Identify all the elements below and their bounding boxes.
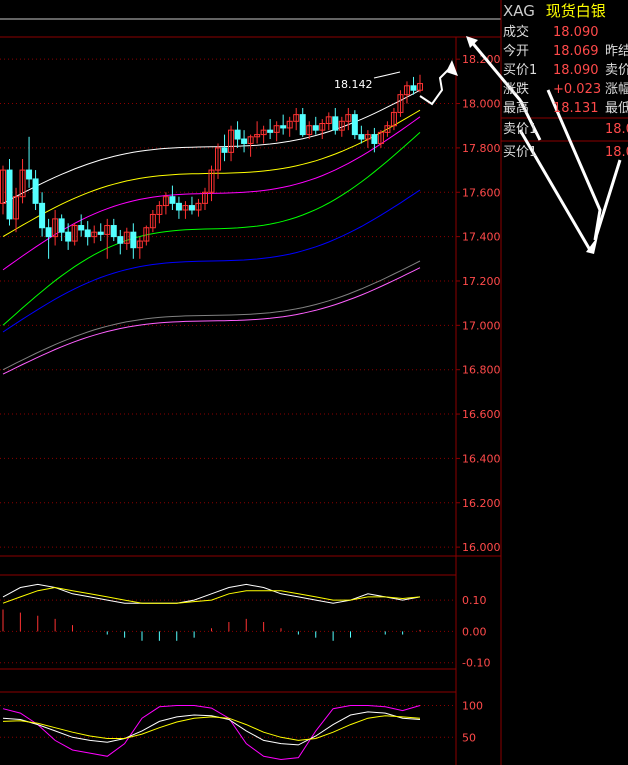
candle-body [221, 147, 228, 153]
macd-tick-label: 0.00 [462, 625, 487, 638]
quote-label: 今开 [503, 44, 530, 59]
price-tick-label: 16.800 [462, 364, 501, 377]
quote-value: 18.090 [553, 63, 599, 78]
high-annotation-line [373, 71, 401, 79]
book-value: 18.0 [605, 145, 628, 160]
kdj-tick-label: 50 [462, 731, 476, 744]
price-tick-label: 16.600 [462, 408, 501, 421]
candle-body [410, 85, 417, 91]
book-row-bid: 买价1 18.0 [503, 144, 628, 162]
candle-body [267, 129, 274, 133]
price-tick-label: 16.000 [462, 541, 501, 554]
candle-body [358, 134, 365, 140]
price-tick-label: 16.200 [462, 497, 501, 510]
symbol-code: XAG [503, 2, 535, 20]
candle-body [188, 205, 195, 211]
candle-body [110, 225, 117, 238]
ma-line-ma120 [2, 260, 421, 371]
price-tick-label: 17.000 [462, 319, 501, 332]
candle-body [371, 134, 378, 144]
macd-dea-line [2, 586, 421, 604]
quote-label-2: 卖价 [605, 63, 628, 78]
candle-body [84, 229, 91, 238]
candle-body [26, 169, 33, 180]
candle-body [351, 114, 358, 136]
candle-body [58, 218, 65, 233]
candle-body [97, 231, 104, 235]
book-label: 买价1 [503, 145, 538, 160]
candle-body [312, 125, 319, 131]
price-tick-label: 17.200 [462, 275, 501, 288]
high-annotation-label: 18.142 [334, 78, 373, 91]
quote-row-last: 成交 18.090 [503, 24, 605, 42]
macd-tick-label: 0.10 [462, 594, 487, 607]
kdj-d-line [2, 715, 421, 741]
book-value: 18.0 [605, 122, 628, 137]
quote-label-2: 最低 [605, 101, 628, 116]
candle-body [78, 225, 85, 231]
price-tick-label: 17.800 [462, 142, 501, 155]
candle-body [241, 138, 248, 144]
price-tick-label: 17.600 [462, 186, 501, 199]
quote-label: 成交 [503, 25, 530, 40]
quote-value: 18.131 [553, 101, 599, 116]
candle-body [299, 114, 306, 136]
candle-body [117, 236, 124, 244]
quote-label: 买价1 [503, 63, 538, 78]
ma-line-ma60 [2, 189, 421, 333]
symbol-name: 现货白银 [545, 2, 606, 20]
candle-body [234, 129, 241, 140]
price-tick-label: 17.400 [462, 231, 501, 244]
kdj-tick-label: 100 [462, 700, 483, 713]
candle-body [175, 202, 182, 211]
book-label: 卖价1 [503, 122, 538, 137]
candle-body [169, 196, 176, 204]
quote-label-2: 昨结 [605, 44, 628, 59]
quote-row-change: 涨跌 +0.023 涨幅 [503, 81, 628, 99]
quote-value: 18.069 [553, 44, 599, 59]
candle-body [130, 231, 137, 249]
price-tick-label: 16.400 [462, 452, 501, 465]
quote-row-open: 今开 18.069 昨结 [503, 43, 628, 61]
quote-label: 涨跌 [503, 82, 530, 97]
book-row-ask: 卖价1 18.0 [503, 121, 628, 139]
quote-label: 最高 [503, 101, 530, 116]
candle-body [32, 178, 39, 204]
quote-row-bid: 买价1 18.090 卖价 [503, 62, 628, 80]
candle-body [6, 169, 13, 220]
candle-body [332, 116, 339, 131]
quote-label-2: 涨幅 [605, 82, 628, 97]
quote-value: +0.023 [553, 82, 602, 97]
quote-header: XAG 现货白银 [503, 0, 606, 22]
ma-line-ma250 [2, 267, 421, 375]
quote-row-high: 最高 18.131 最低 [503, 100, 628, 118]
candle-body [39, 202, 46, 229]
candle-body [65, 231, 72, 242]
candle-body [280, 125, 287, 129]
candle-body [45, 227, 52, 238]
price-tick-label: 18.000 [462, 98, 501, 111]
quote-value: 18.090 [553, 25, 599, 40]
macd-tick-label: -0.10 [462, 657, 490, 670]
